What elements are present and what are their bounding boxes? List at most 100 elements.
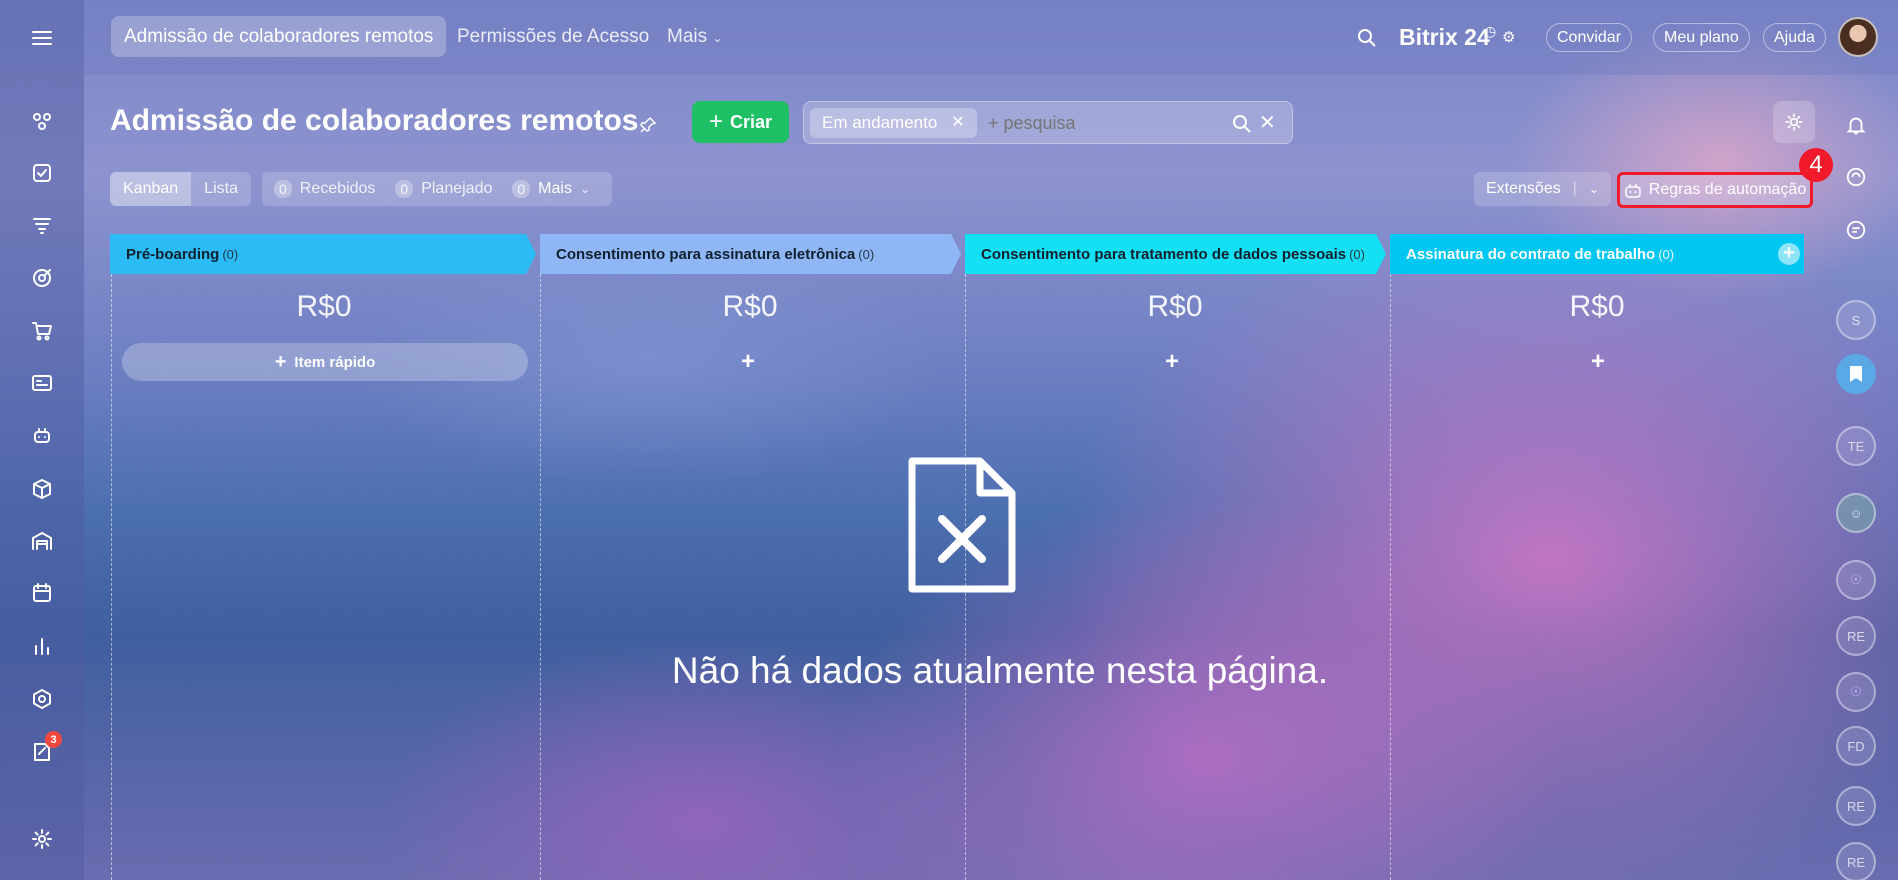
step-badge: 4 [1799, 148, 1833, 182]
chat-icon[interactable] [1836, 210, 1876, 250]
bookmark-icon[interactable] [1836, 354, 1876, 394]
target-icon[interactable] [28, 264, 56, 292]
add-item-button[interactable]: + [1152, 348, 1192, 376]
bell-icon[interactable] [1836, 105, 1876, 145]
help-button[interactable]: Ajuda [1763, 23, 1826, 52]
box-icon[interactable] [28, 475, 56, 503]
stage-sum: R$0 [722, 290, 778, 323]
stage-name: Assinatura do contrato de trabalho [1406, 245, 1656, 263]
counter-planned[interactable]: 0 Planejado [395, 180, 492, 198]
clear-icon[interactable]: ✕ [1259, 110, 1276, 135]
contact-avatar-fd[interactable]: FD [1836, 726, 1876, 766]
chevron-down-icon[interactable]: ⌄ [1589, 172, 1599, 206]
add-item-button[interactable]: + [1578, 348, 1618, 376]
page-title: Admissão de colaboradores remotos [110, 104, 639, 137]
tab-more-label: Mais [667, 26, 708, 47]
cart-icon[interactable] [28, 317, 56, 345]
search-icon[interactable] [1357, 28, 1377, 48]
counter-more[interactable]: 0 Mais ⌄ [512, 180, 590, 198]
filter-chip[interactable]: Em andamento ✕ [810, 108, 977, 138]
plus-icon: + [274, 350, 287, 373]
empty-file-icon [908, 457, 1016, 593]
tab-more[interactable]: Mais ⌄ [667, 16, 722, 57]
gear-icon[interactable] [28, 825, 56, 853]
notification-badge: 3 [45, 731, 62, 748]
create-button[interactable]: + Criar [692, 101, 789, 143]
contact-avatar-s[interactable]: S [1836, 300, 1876, 340]
pin-icon[interactable] [639, 116, 657, 134]
column-divider [540, 274, 541, 880]
chevron-down-icon: ⌄ [712, 31, 723, 45]
gear-icon [1785, 113, 1803, 131]
settings-button[interactable] [1773, 101, 1815, 143]
stage-count: (0) [222, 246, 239, 262]
quick-item-button[interactable]: + Item rápido [122, 343, 528, 381]
plus-icon: + [708, 108, 723, 135]
tab-permissoes[interactable]: Permissões de Acesso [457, 16, 649, 57]
clock-icon: ◷ [1484, 23, 1497, 39]
stage-header-assinatura-eletronica[interactable]: Consentimento para assinatura eletrônica… [540, 234, 961, 274]
search-icon[interactable] [1232, 114, 1252, 134]
planned-label: Planejado [421, 180, 493, 197]
menu-icon[interactable] [28, 24, 56, 52]
sliders-icon[interactable]: ⚙ [1502, 28, 1515, 46]
counters-bar: 0 Recebidos 0 Planejado 0 Mais ⌄ [262, 172, 613, 206]
avatar-icon[interactable]: ☺ [1836, 493, 1876, 533]
warehouse-icon[interactable] [28, 527, 56, 555]
stage-header-preboarding[interactable]: Pré-boarding (0) [110, 234, 536, 274]
extensions-label: Extensões [1486, 180, 1561, 197]
stage-count: (0) [858, 246, 875, 262]
counter-received[interactable]: 0 Recebidos [274, 180, 375, 198]
more-count: 0 [512, 180, 531, 198]
empty-state-message: Não há dados atualmente nesta página. [671, 650, 1329, 691]
column-divider [111, 274, 112, 880]
top-bar: Admissão de colaboradores remotos Permis… [84, 0, 1898, 75]
stage-count: (0) [1658, 246, 1675, 262]
stage-header-dados-pessoais[interactable]: Consentimento para tratamento de dados p… [965, 234, 1386, 274]
robot-icon [1625, 184, 1641, 198]
view-kanban[interactable]: Kanban [110, 172, 192, 206]
filter-search-box[interactable]: Em andamento ✕ ✕ [803, 101, 1293, 144]
chart-icon[interactable] [28, 632, 56, 660]
search-input[interactable] [988, 113, 1198, 134]
crm-funnel-icon[interactable] [28, 211, 56, 239]
filter-chip-label: Em andamento [822, 113, 938, 132]
stage-sum: R$0 [296, 290, 352, 323]
view-switch: Kanban Lista [110, 172, 251, 206]
automation-rules-button[interactable]: Regras de automação [1617, 172, 1813, 208]
edit-doc-icon[interactable]: 3 [28, 731, 62, 766]
sites-icon[interactable] [28, 107, 56, 135]
stage-sum: R$0 [1569, 290, 1625, 323]
brand-logo: Bitrix 24 [1399, 24, 1490, 50]
contact-avatar-re[interactable]: RE [1836, 616, 1876, 656]
quick-item-label: Item rápido [294, 353, 376, 371]
extensions-button[interactable]: Extensões | ⌄ [1474, 172, 1611, 206]
openlines-icon[interactable]: ☉ [1836, 672, 1876, 712]
stage-header-contrato[interactable]: Assinatura do contrato de trabalho (0) + [1390, 234, 1804, 274]
calendar-icon[interactable] [28, 579, 56, 607]
contact-card-icon[interactable] [28, 369, 56, 397]
invite-button[interactable]: Convidar [1546, 23, 1633, 52]
contact-avatar-te[interactable]: TE [1836, 426, 1876, 466]
close-icon[interactable]: ✕ [951, 108, 964, 138]
stage-name: Pré-boarding [126, 245, 220, 263]
tab-admissao[interactable]: Admissão de colaboradores remotos [111, 16, 447, 57]
received-count: 0 [274, 180, 292, 198]
tasks-icon[interactable] [28, 159, 56, 187]
contact-avatar-re[interactable]: RE [1836, 786, 1876, 826]
avatar[interactable] [1838, 17, 1878, 57]
add-item-button[interactable]: + [728, 348, 768, 376]
planned-count: 0 [395, 180, 414, 198]
openlines-icon[interactable]: ☉ [1836, 560, 1876, 600]
hexagon-icon[interactable] [28, 685, 56, 713]
copilot-icon[interactable] [1836, 157, 1876, 197]
chevron-down-icon: ⌄ [579, 182, 591, 196]
my-plan-button[interactable]: Meu plano [1653, 23, 1750, 52]
stage-name: Consentimento para tratamento de dados p… [981, 245, 1347, 263]
view-list[interactable]: Lista [191, 172, 251, 206]
add-stage-icon[interactable]: + [1778, 243, 1800, 265]
contact-avatar-re[interactable]: RE [1836, 842, 1876, 880]
robot-icon[interactable] [28, 421, 56, 449]
left-sidebar: 3 [0, 0, 84, 880]
stage-count: (0) [1349, 246, 1365, 262]
